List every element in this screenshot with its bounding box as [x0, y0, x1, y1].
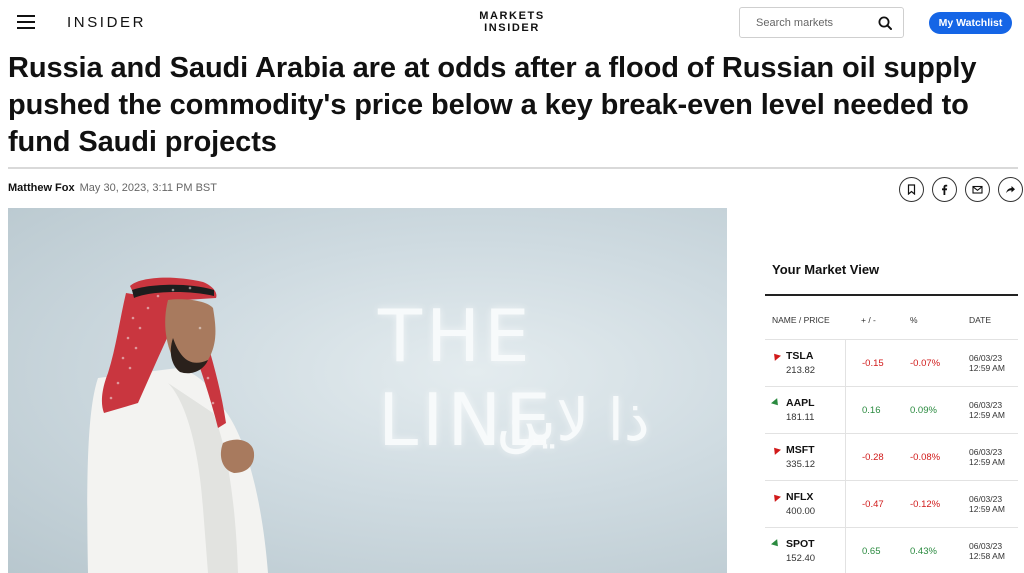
down-arrow-icon	[771, 492, 781, 502]
stock-name-cell: TSLA 213.82	[765, 340, 845, 386]
hero-image: THE LINE ذا لاين	[8, 208, 727, 573]
stock-price: 181.11	[786, 412, 815, 423]
markets-logo-line1: MARKETS	[479, 10, 545, 22]
stock-symbol: MSFT	[786, 444, 815, 456]
site-header: INSIDER MARKETS INSIDER My Watchlist	[0, 0, 1024, 46]
stock-change-value: 0.16	[862, 404, 881, 416]
search-icon[interactable]	[878, 16, 892, 30]
stock-percent: -0.07%	[894, 340, 953, 386]
stock-price: 335.12	[786, 459, 816, 470]
article-headline: Russia and Saudi Arabia are at odds afte…	[8, 52, 977, 158]
markets-insider-logo[interactable]: MARKETS INSIDER	[474, 10, 550, 34]
stock-percent-value: -0.12%	[910, 498, 941, 510]
share-toolbar	[899, 177, 1023, 202]
table-row[interactable]: SPOT 152.40 0.65 0.43% 06/03/23 12:58 AM	[765, 528, 1018, 573]
byline: Matthew Fox May 30, 2023, 3:11 PM BST	[8, 182, 217, 194]
menu-icon[interactable]	[17, 15, 35, 29]
share-arrow-icon	[1006, 186, 1015, 194]
stock-time-value: 12:59 AM	[969, 504, 1005, 514]
down-arrow-icon	[771, 351, 781, 361]
bookmark-button[interactable]	[899, 177, 924, 202]
stock-symbol: AAPL	[786, 397, 815, 409]
stock-symbol-link[interactable]: SPOT	[771, 538, 845, 550]
stock-date: 06/03/23 12:59 AM	[953, 434, 1018, 480]
stock-date-value: 06/03/23	[969, 494, 1003, 504]
stock-symbol: TSLA	[786, 350, 814, 362]
stock-percent: -0.12%	[894, 481, 953, 527]
stock-date-value: 06/03/23	[969, 400, 1003, 410]
stock-change-value: -0.47	[862, 498, 884, 510]
stock-name-cell: NFLX 400.00	[765, 481, 845, 527]
insider-logo[interactable]: INSIDER	[67, 14, 146, 31]
stock-change-value: 0.65	[862, 545, 881, 557]
markets-logo-line2: INSIDER	[484, 22, 540, 34]
market-table-header: NAME / PRICE + / - % DATE	[765, 296, 1018, 340]
stock-symbol: SPOT	[786, 538, 815, 550]
headline-divider	[8, 167, 1018, 169]
facebook-icon	[942, 184, 948, 195]
author-link[interactable]: Matthew Fox	[8, 182, 75, 194]
stock-percent: -0.08%	[894, 434, 953, 480]
stock-time-value: 12:58 AM	[969, 551, 1005, 561]
publish-date: May 30, 2023, 3:11 PM BST	[79, 182, 217, 194]
stock-change: 0.16	[845, 387, 894, 433]
stock-date-value: 06/03/23	[969, 541, 1003, 551]
share-button[interactable]	[998, 177, 1023, 202]
down-arrow-icon	[771, 445, 781, 455]
stock-date: 06/03/23 12:59 AM	[953, 481, 1018, 527]
stock-change: -0.15	[845, 340, 894, 386]
stock-date-value: 06/03/23	[969, 353, 1003, 363]
table-row[interactable]: NFLX 400.00 -0.47 -0.12% 06/03/23 12:59 AM	[765, 481, 1018, 528]
header-percent: %	[910, 314, 918, 325]
stock-symbol-link[interactable]: TSLA	[771, 350, 845, 362]
header-change: + / -	[861, 314, 876, 325]
stock-date-value: 06/03/23	[969, 447, 1003, 457]
market-view-widget: Your Market View NAME / PRICE + / - % DA…	[765, 262, 1018, 573]
table-row[interactable]: TSLA 213.82 -0.15 -0.07% 06/03/23 12:59 AM	[765, 340, 1018, 387]
header-date: DATE	[969, 314, 992, 325]
table-row[interactable]: MSFT 335.12 -0.28 -0.08% 06/03/23 12:59 AM	[765, 434, 1018, 481]
stock-symbol-link[interactable]: NFLX	[771, 491, 845, 503]
stock-change: -0.47	[845, 481, 894, 527]
facebook-share-button[interactable]	[932, 177, 957, 202]
hero-sign-arabic: ذا لاين	[496, 386, 650, 454]
my-watchlist-button[interactable]: My Watchlist	[929, 12, 1012, 34]
stock-date: 06/03/23 12:59 AM	[953, 387, 1018, 433]
stock-name-cell: MSFT 335.12	[765, 434, 845, 480]
up-arrow-icon	[771, 398, 781, 408]
stock-name-cell: AAPL 181.11	[765, 387, 845, 433]
market-view-title: Your Market View	[765, 262, 1018, 296]
stock-percent-value: -0.08%	[910, 451, 941, 463]
stock-percent: 0.43%	[894, 528, 953, 573]
email-icon	[972, 185, 983, 194]
stock-time-value: 12:59 AM	[969, 410, 1005, 420]
stock-percent-value: 0.09%	[910, 404, 937, 416]
stock-percent: 0.09%	[894, 387, 953, 433]
search-input[interactable]	[741, 9, 869, 36]
stock-time-value: 12:59 AM	[969, 457, 1005, 467]
stock-price: 400.00	[786, 506, 816, 517]
stock-price: 152.40	[786, 553, 816, 564]
stock-symbol-link[interactable]: MSFT	[771, 444, 845, 456]
market-table-body: TSLA 213.82 -0.15 -0.07% 06/03/23 12:59 AM AAP…	[765, 340, 1018, 573]
stock-date: 06/03/23 12:59 AM	[953, 340, 1018, 386]
stock-change-value: -0.15	[862, 357, 884, 369]
stock-name-cell: SPOT 152.40	[765, 528, 845, 573]
stock-percent-value: -0.07%	[910, 357, 941, 369]
stock-change-value: -0.28	[862, 451, 884, 463]
stock-symbol: NFLX	[786, 491, 814, 503]
stock-price: 213.82	[786, 365, 816, 376]
stock-percent-value: 0.43%	[910, 545, 937, 557]
up-arrow-icon	[771, 539, 781, 549]
search-box	[739, 7, 904, 38]
stock-date: 06/03/23 12:58 AM	[953, 528, 1018, 573]
stock-symbol-link[interactable]: AAPL	[771, 397, 845, 409]
bookmark-icon	[907, 184, 916, 195]
email-share-button[interactable]	[965, 177, 990, 202]
stock-change: -0.28	[845, 434, 894, 480]
stock-change: 0.65	[845, 528, 894, 573]
header-name-price: NAME / PRICE	[772, 314, 830, 325]
table-row[interactable]: AAPL 181.11 0.16 0.09% 06/03/23 12:59 AM	[765, 387, 1018, 434]
stock-time-value: 12:59 AM	[969, 363, 1005, 373]
